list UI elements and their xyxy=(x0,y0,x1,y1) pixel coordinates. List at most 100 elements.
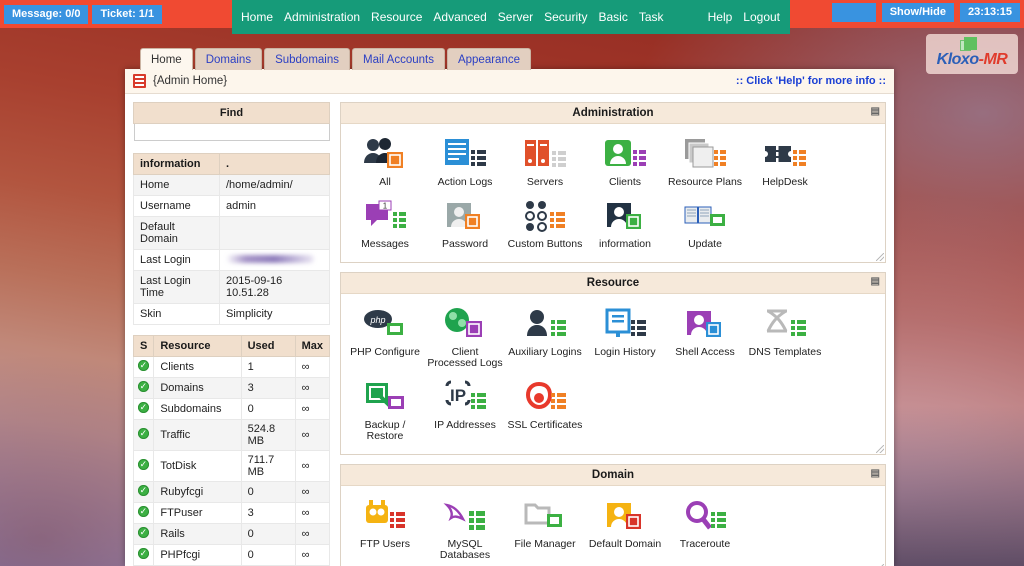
icon-custom-buttons[interactable]: Custom Buttons xyxy=(505,194,585,256)
ticket-count-chip[interactable]: Ticket: 1/1 xyxy=(92,5,162,24)
nav-item-home[interactable]: Home xyxy=(241,10,273,24)
table-row: Clients1∞ xyxy=(134,357,330,378)
table-row: Username admin xyxy=(134,196,330,217)
tab-mail-accounts[interactable]: Mail Accounts xyxy=(352,48,445,70)
resource-status-cell xyxy=(134,378,154,399)
info-value-skin[interactable]: Simplicity xyxy=(220,304,330,325)
resource-usage-table: S Resource Used Max Clients1∞Domains3∞Su… xyxy=(133,335,330,566)
icon-clients[interactable]: Clients xyxy=(585,132,665,194)
nav-item-advanced[interactable]: Advanced xyxy=(433,10,486,24)
nav-item-administration[interactable]: Administration xyxy=(284,10,360,24)
icon-row: Backup / Restore IP xyxy=(345,375,881,448)
status-ok-icon xyxy=(138,381,149,392)
icon-resource-plans[interactable]: Resource Plans xyxy=(665,132,745,194)
icon-empty-slot xyxy=(745,375,825,448)
help-hint-link[interactable]: :: Click 'Help' for more info :: xyxy=(736,75,886,87)
left-sidebar: Find information . Home /home/admin/ Use… xyxy=(133,102,330,566)
table-row: Default Domain xyxy=(134,217,330,250)
icon-password[interactable]: Password xyxy=(425,194,505,256)
search-input[interactable] xyxy=(134,124,330,141)
icon-shell-access[interactable]: Shell Access xyxy=(665,302,745,375)
messages-icon: 1 xyxy=(345,196,425,236)
message-count-chip[interactable]: Message: 0/0 xyxy=(4,5,88,24)
info-value-home[interactable]: /home/admin/ xyxy=(220,175,330,196)
show-hide-button[interactable]: Show/Hide xyxy=(882,3,954,22)
icon-login-history[interactable]: Login History xyxy=(585,302,665,375)
panel-resize-grip[interactable] xyxy=(876,253,884,261)
icon-helpdesk[interactable]: HelpDesk xyxy=(745,132,825,194)
icon-update[interactable]: Update xyxy=(665,194,745,256)
nav-item-help[interactable]: Help xyxy=(708,10,733,24)
tab-domains[interactable]: Domains xyxy=(195,48,262,70)
icon-all[interactable]: All xyxy=(345,132,425,194)
information-header-value: . xyxy=(220,154,330,175)
collapse-icon[interactable]: ▤ xyxy=(871,107,880,117)
icon-row: php PHP Configure xyxy=(345,302,881,375)
resource-status-cell xyxy=(134,420,154,451)
icon-mysql-databases[interactable]: MySQL Databases xyxy=(425,494,505,566)
blank-button[interactable] xyxy=(832,3,876,22)
status-ok-icon xyxy=(138,506,149,517)
icon-ftp-users[interactable]: FTP Users xyxy=(345,494,425,566)
table-row: FTPuser3∞ xyxy=(134,503,330,524)
resource-max-cell: ∞ xyxy=(295,545,329,566)
icon-label: FTP Users xyxy=(345,539,425,550)
password-icon xyxy=(425,196,505,236)
info-value-username: admin xyxy=(220,196,330,217)
icon-label: Clients xyxy=(585,177,665,188)
users-edit-icon xyxy=(345,134,425,174)
collapse-icon[interactable]: ▤ xyxy=(871,277,880,287)
resource-name-cell: Traffic xyxy=(154,420,241,451)
resource-status-cell xyxy=(134,482,154,503)
info-label-last-login: Last Login xyxy=(134,250,220,271)
php-icon: php xyxy=(345,304,425,344)
tab-subdomains[interactable]: Subdomains xyxy=(264,48,350,70)
icon-traceroute[interactable]: Traceroute xyxy=(665,494,745,566)
nav-primary-items: Home Administration Resource Advanced Se… xyxy=(232,10,664,24)
icon-client-processed-logs[interactable]: Client Processed Logs xyxy=(425,302,505,375)
kloxo-mr-logo[interactable]: Kloxo-MR xyxy=(926,34,1018,74)
icon-ssl-certificates[interactable]: SSL Certificates xyxy=(505,375,585,448)
default-domain-icon xyxy=(585,496,665,536)
admin-home-icon xyxy=(133,74,146,88)
icon-label: Traceroute xyxy=(665,539,745,550)
nav-item-security[interactable]: Security xyxy=(544,10,587,24)
icon-label: All xyxy=(345,177,425,188)
client-card-icon xyxy=(585,134,665,174)
icon-row: All xyxy=(345,132,881,194)
panel-resize-grip[interactable] xyxy=(876,445,884,453)
shell-access-icon xyxy=(665,304,745,344)
icon-default-domain[interactable]: Default Domain xyxy=(585,494,665,566)
collapse-icon[interactable]: ▤ xyxy=(871,469,880,479)
icon-messages[interactable]: 1 Messages xyxy=(345,194,425,256)
icon-information[interactable]: information xyxy=(585,194,665,256)
layers-icon xyxy=(665,134,745,174)
icon-php-configure[interactable]: php PHP Configure xyxy=(345,302,425,375)
panels-column: Administration ▤ xyxy=(340,102,886,566)
panel-administration: Administration ▤ xyxy=(340,102,886,263)
icon-label: SSL Certificates xyxy=(505,420,585,431)
nav-item-basic[interactable]: Basic xyxy=(598,10,627,24)
icon-file-manager[interactable]: File Manager xyxy=(505,494,585,566)
icon-backup-restore[interactable]: Backup / Restore xyxy=(345,375,425,448)
icon-dns-templates[interactable]: DNS Templates xyxy=(745,302,825,375)
table-row: PHPfcgi0∞ xyxy=(134,545,330,566)
status-ok-icon xyxy=(138,459,149,470)
custom-buttons-icon xyxy=(505,196,585,236)
nav-item-task[interactable]: Task xyxy=(639,10,664,24)
icon-label: Action Logs xyxy=(425,177,505,188)
nav-secondary-items: Help Logout xyxy=(708,10,780,24)
table-row: Last Login Time 2015-09-16 10.51.28 xyxy=(134,271,330,304)
servers-icon xyxy=(505,134,585,174)
icon-auxiliary-logins[interactable]: Auxiliary Logins xyxy=(505,302,585,375)
icon-label: Client Processed Logs xyxy=(425,347,505,369)
tab-home[interactable]: Home xyxy=(140,48,193,70)
icon-action-logs[interactable]: Action Logs xyxy=(425,132,505,194)
nav-item-logout[interactable]: Logout xyxy=(743,10,780,24)
nav-item-server[interactable]: Server xyxy=(498,10,533,24)
icon-label: Login History xyxy=(585,347,665,358)
nav-item-resource[interactable]: Resource xyxy=(371,10,422,24)
icon-ip-addresses[interactable]: IP IP Addresses xyxy=(425,375,505,448)
tab-appearance[interactable]: Appearance xyxy=(447,48,531,70)
icon-servers[interactable]: Servers xyxy=(505,132,585,194)
